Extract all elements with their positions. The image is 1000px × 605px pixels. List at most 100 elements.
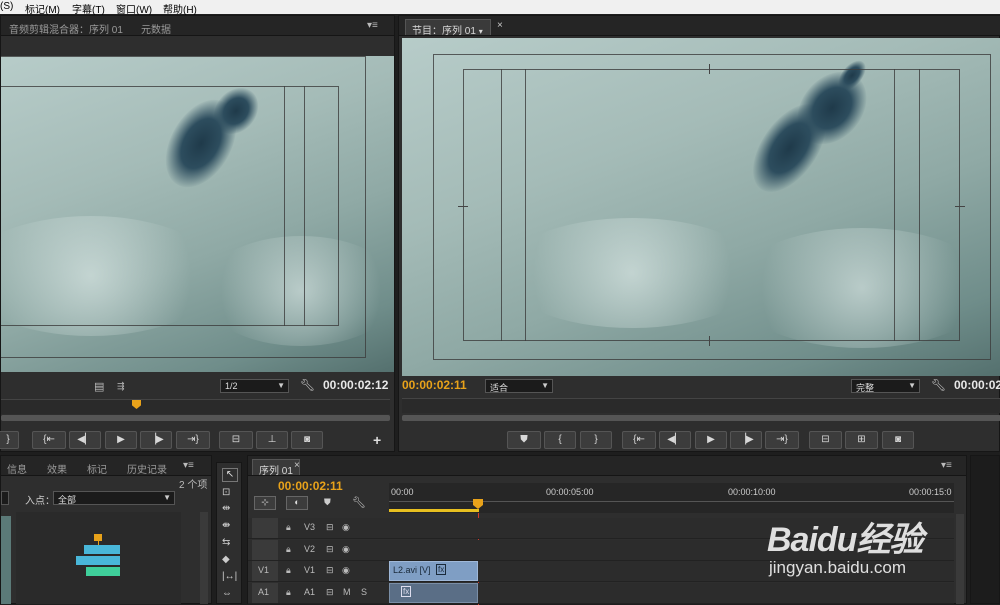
track-select-tool-icon[interactable]: ⊡ [222,487,230,498]
audio-clip[interactable]: fx [389,583,478,603]
wrench-icon[interactable]: 🔧︎ [300,378,315,392]
step-forward-button[interactable]: ▕▶ [140,431,172,449]
insert-button[interactable]: ⊟ [219,431,253,449]
program-step-forward-button[interactable]: ▕▶ [730,431,762,449]
add-marker-button[interactable]: ⛊ [507,431,541,449]
linked-selection-icon[interactable]: ◐ [286,496,308,510]
tab-sequence[interactable]: 序列 01 [252,459,300,477]
tab-audio-clip-mixer[interactable]: 音频剪辑混合器：序列 01 [3,19,129,36]
source-zoom-scrollbar[interactable] [1,415,390,421]
add-marker-icon[interactable]: ⛊ [324,497,331,508]
menu-item-title[interactable]: 字幕(T) [72,1,105,16]
quality-dropdown[interactable]: 完整 ▼ [851,379,920,393]
track-v3-source[interactable] [252,518,278,538]
track-a1-name[interactable]: A1 [304,587,315,597]
timeline-playhead-icon[interactable] [473,499,483,509]
program-step-back-button[interactable]: ◀▏ [659,431,691,449]
overwrite-button[interactable]: ⊥ [256,431,288,449]
track-a1-source[interactable]: A1 [252,583,278,603]
eye-icon[interactable]: ◉ [342,544,350,555]
go-to-out-button[interactable]: ⇥} [176,431,210,449]
program-video-frame[interactable] [402,38,1000,376]
sequence-thumbnail[interactable] [16,512,181,604]
solo-button[interactable]: S [361,587,367,597]
menu-item-window[interactable]: 窗口(W) [116,1,152,16]
camera-icon[interactable]: ◙ [291,431,323,449]
close-icon[interactable]: × [497,20,503,31]
tab-metadata[interactable]: 元数据 [135,19,177,36]
program-play-button[interactable]: ▶ [695,431,727,449]
inpoint-dropdown[interactable]: 全部 ▼ [53,491,175,505]
program-go-to-out-button[interactable]: ⇥} [765,431,799,449]
rolling-edit-tool-icon[interactable]: ⇼ [222,520,230,531]
project-scrollbar[interactable] [200,512,208,604]
go-to-in-button[interactable]: {⇤ [32,431,66,449]
tab-effects[interactable]: 效果 [41,459,73,476]
tab-program-sequence[interactable]: 节目：序列 01 ▾ [405,19,491,37]
mute-button[interactable]: M [343,587,351,597]
export-frame-icon[interactable]: ⇶ [117,381,125,392]
track-v2-source[interactable] [252,540,278,560]
program-time-ruler[interactable] [402,398,1000,413]
play-button[interactable]: ▶ [105,431,137,449]
source-timecode[interactable]: 00:00:02:12 [323,378,388,392]
project-panel-menu-icon[interactable]: ▾≡ [183,460,194,471]
menu-item-help[interactable]: 帮助(H) [163,1,197,16]
menu-item-s[interactable]: (S) [0,1,13,12]
eye-icon[interactable]: ◉ [342,565,350,576]
step-back-button[interactable]: ◀▏ [69,431,101,449]
eye-icon[interactable]: ◉ [342,522,350,533]
safe-margins-icon[interactable]: ▤ [94,380,104,393]
lock-icon[interactable]: 🔒︎ [286,544,291,555]
timeline-scrollbar[interactable] [956,514,964,604]
program-zoom-scrollbar[interactable] [402,415,1000,421]
razor-tool-icon[interactable]: ◆ [222,554,230,565]
track-v2-name[interactable]: V2 [304,544,315,554]
slide-tool-icon[interactable]: ⇔ [222,588,232,599]
sync-lock-icon[interactable]: ⊟ [326,587,334,598]
tab-history[interactable]: 历史记录 [121,459,173,476]
sync-lock-icon[interactable]: ⊟ [326,544,334,555]
rate-stretch-tool-icon[interactable]: ⇆ [222,537,230,548]
sync-lock-icon[interactable]: ⊟ [326,565,334,576]
video-clip[interactable]: L2.avi [V] fx [389,561,478,581]
ripple-edit-tool-icon[interactable]: ⇹ [222,503,230,514]
source-time-ruler[interactable] [1,399,390,414]
lift-button[interactable]: ⊟ [809,431,842,449]
resolution-dropdown[interactable]: 1/2 ▼ [220,379,289,393]
add-button[interactable]: + [373,432,381,448]
track-v1-source[interactable]: V1 [252,561,278,581]
lock-icon[interactable]: 🔒︎ [286,587,291,598]
panel-menu-icon[interactable]: ▾≡ [367,20,378,31]
fit-dropdown[interactable]: 适合 ▼ [485,379,553,393]
timeline-ruler[interactable]: 00:00 00:00:05:00 00:00:10:00 00:00:15:0 [389,483,954,513]
timeline-timecode[interactable]: 00:00:02:11 [278,479,343,493]
tab-info[interactable]: 信息 [1,459,33,476]
lock-icon[interactable]: 🔒︎ [286,522,291,533]
extract-button[interactable]: ⊞ [845,431,878,449]
track-v1-name[interactable]: V1 [304,565,315,575]
track-v3-name[interactable]: V3 [304,522,315,532]
mark-in-button[interactable]: { [544,431,576,449]
selection-tool-icon[interactable]: ↖ [222,468,238,482]
tab-markers[interactable]: 标记 [81,459,113,476]
program-camera-icon[interactable]: ◙ [882,431,914,449]
program-timecode[interactable]: 00:00:02:11 [402,378,467,392]
work-area-bar[interactable] [389,509,479,512]
timeline-wrench-icon[interactable]: 🔧︎ [352,496,366,509]
timeline-panel-menu-icon[interactable]: ▾≡ [941,460,952,471]
slip-tool-icon[interactable]: |↔| [222,571,237,582]
program-mark-out-button[interactable]: } [580,431,612,449]
program-go-to-in-button[interactable]: {⇤ [622,431,656,449]
sync-lock-icon[interactable]: ⊟ [326,522,334,533]
search-input[interactable] [1,491,9,505]
timeline-close-icon[interactable]: × [294,460,300,471]
mark-out-button[interactable]: } [0,431,19,449]
menu-item-marker[interactable]: 标记(M) [25,1,60,16]
clip-thumbnail[interactable] [1,516,11,604]
lock-icon[interactable]: 🔒︎ [286,565,291,576]
source-video-frame[interactable] [1,56,394,372]
snap-icon[interactable]: ⊹ [254,496,276,510]
source-playhead-icon[interactable] [132,400,141,409]
program-wrench-icon[interactable]: 🔧︎ [931,378,946,392]
